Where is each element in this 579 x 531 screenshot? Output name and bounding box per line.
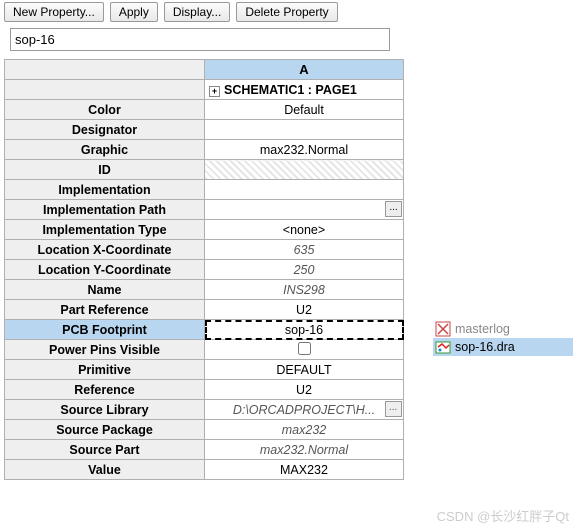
file-icon [435, 321, 451, 337]
row-head[interactable]: Location Y-Coordinate [5, 260, 205, 280]
cell-value[interactable]: U2 [205, 380, 404, 400]
cell-value[interactable] [205, 160, 404, 180]
row-head[interactable]: Source Part [5, 440, 205, 460]
cell-value[interactable]: Default [205, 100, 404, 120]
file-label: masterlog [455, 322, 510, 336]
cell-value[interactable]: max232.Normal [205, 440, 404, 460]
cell-value[interactable] [205, 120, 404, 140]
filter-input[interactable] [10, 28, 390, 51]
row-head[interactable]: Color [5, 100, 205, 120]
ellipsis-button[interactable]: ... [385, 401, 402, 417]
column-header-a[interactable]: A [205, 60, 404, 80]
property-grid: A + SCHEMATIC1 : PAGE1 ColorDefaultDesign… [4, 59, 404, 480]
expand-icon[interactable]: + [209, 86, 220, 97]
cell-value[interactable]: max232.Normal [205, 140, 404, 160]
row-head[interactable]: Part Reference [5, 300, 205, 320]
apply-button[interactable]: Apply [110, 2, 158, 22]
cell-value[interactable]: ... [205, 200, 404, 220]
file-item-sop16[interactable]: sop-16.dra [433, 338, 573, 356]
row-head[interactable]: Graphic [5, 140, 205, 160]
watermark: CSDN @长沙红胖子Qt [437, 506, 569, 525]
section-header-text: SCHEMATIC1 : PAGE1 [224, 83, 357, 97]
section-header[interactable]: + SCHEMATIC1 : PAGE1 [205, 80, 404, 100]
row-head[interactable]: Reference [5, 380, 205, 400]
grid-corner[interactable] [5, 60, 205, 80]
row-head[interactable]: Implementation [5, 180, 205, 200]
power-pins-checkbox[interactable] [298, 342, 311, 355]
row-head[interactable]: Source Package [5, 420, 205, 440]
display-button[interactable]: Display... [164, 2, 230, 22]
file-label: sop-16.dra [455, 340, 515, 354]
ellipsis-button[interactable]: ... [385, 201, 402, 217]
cell-value[interactable]: U2 [205, 300, 404, 320]
cell-value[interactable]: 635 [205, 240, 404, 260]
row-head[interactable]: Value [5, 460, 205, 480]
filter-row [0, 24, 579, 59]
delete-property-button[interactable]: Delete Property [236, 2, 337, 22]
file-list: masterlog sop-16.dra [433, 320, 573, 356]
dra-file-icon [435, 339, 451, 355]
cell-value[interactable] [205, 180, 404, 200]
cell-value[interactable]: DEFAULT [205, 360, 404, 380]
cell-value[interactable]: INS298 [205, 280, 404, 300]
cell-value[interactable]: 250 [205, 260, 404, 280]
row-head[interactable]: Power Pins Visible [5, 340, 205, 360]
toolbar: New Property... Apply Display... Delete … [0, 0, 579, 24]
row-head[interactable]: ID [5, 160, 205, 180]
file-item-masterlog[interactable]: masterlog [433, 320, 573, 338]
row-head[interactable]: Source Library [5, 400, 205, 420]
cell-value[interactable]: sop-16 [205, 320, 404, 340]
cell-value[interactable]: D:\ORCADPROJECT\H...... [205, 400, 404, 420]
row-head[interactable]: Primitive [5, 360, 205, 380]
row-head[interactable]: Location X-Coordinate [5, 240, 205, 260]
row-head[interactable]: Designator [5, 120, 205, 140]
new-property-button[interactable]: New Property... [4, 2, 104, 22]
row-head[interactable]: Implementation Type [5, 220, 205, 240]
row-head-blank[interactable] [5, 80, 205, 100]
cell-value[interactable]: max232 [205, 420, 404, 440]
cell-value[interactable]: MAX232 [205, 460, 404, 480]
cell-value[interactable] [205, 340, 404, 360]
row-head[interactable]: Name [5, 280, 205, 300]
row-head[interactable]: PCB Footprint [5, 320, 205, 340]
cell-value[interactable]: <none> [205, 220, 404, 240]
row-head[interactable]: Implementation Path [5, 200, 205, 220]
